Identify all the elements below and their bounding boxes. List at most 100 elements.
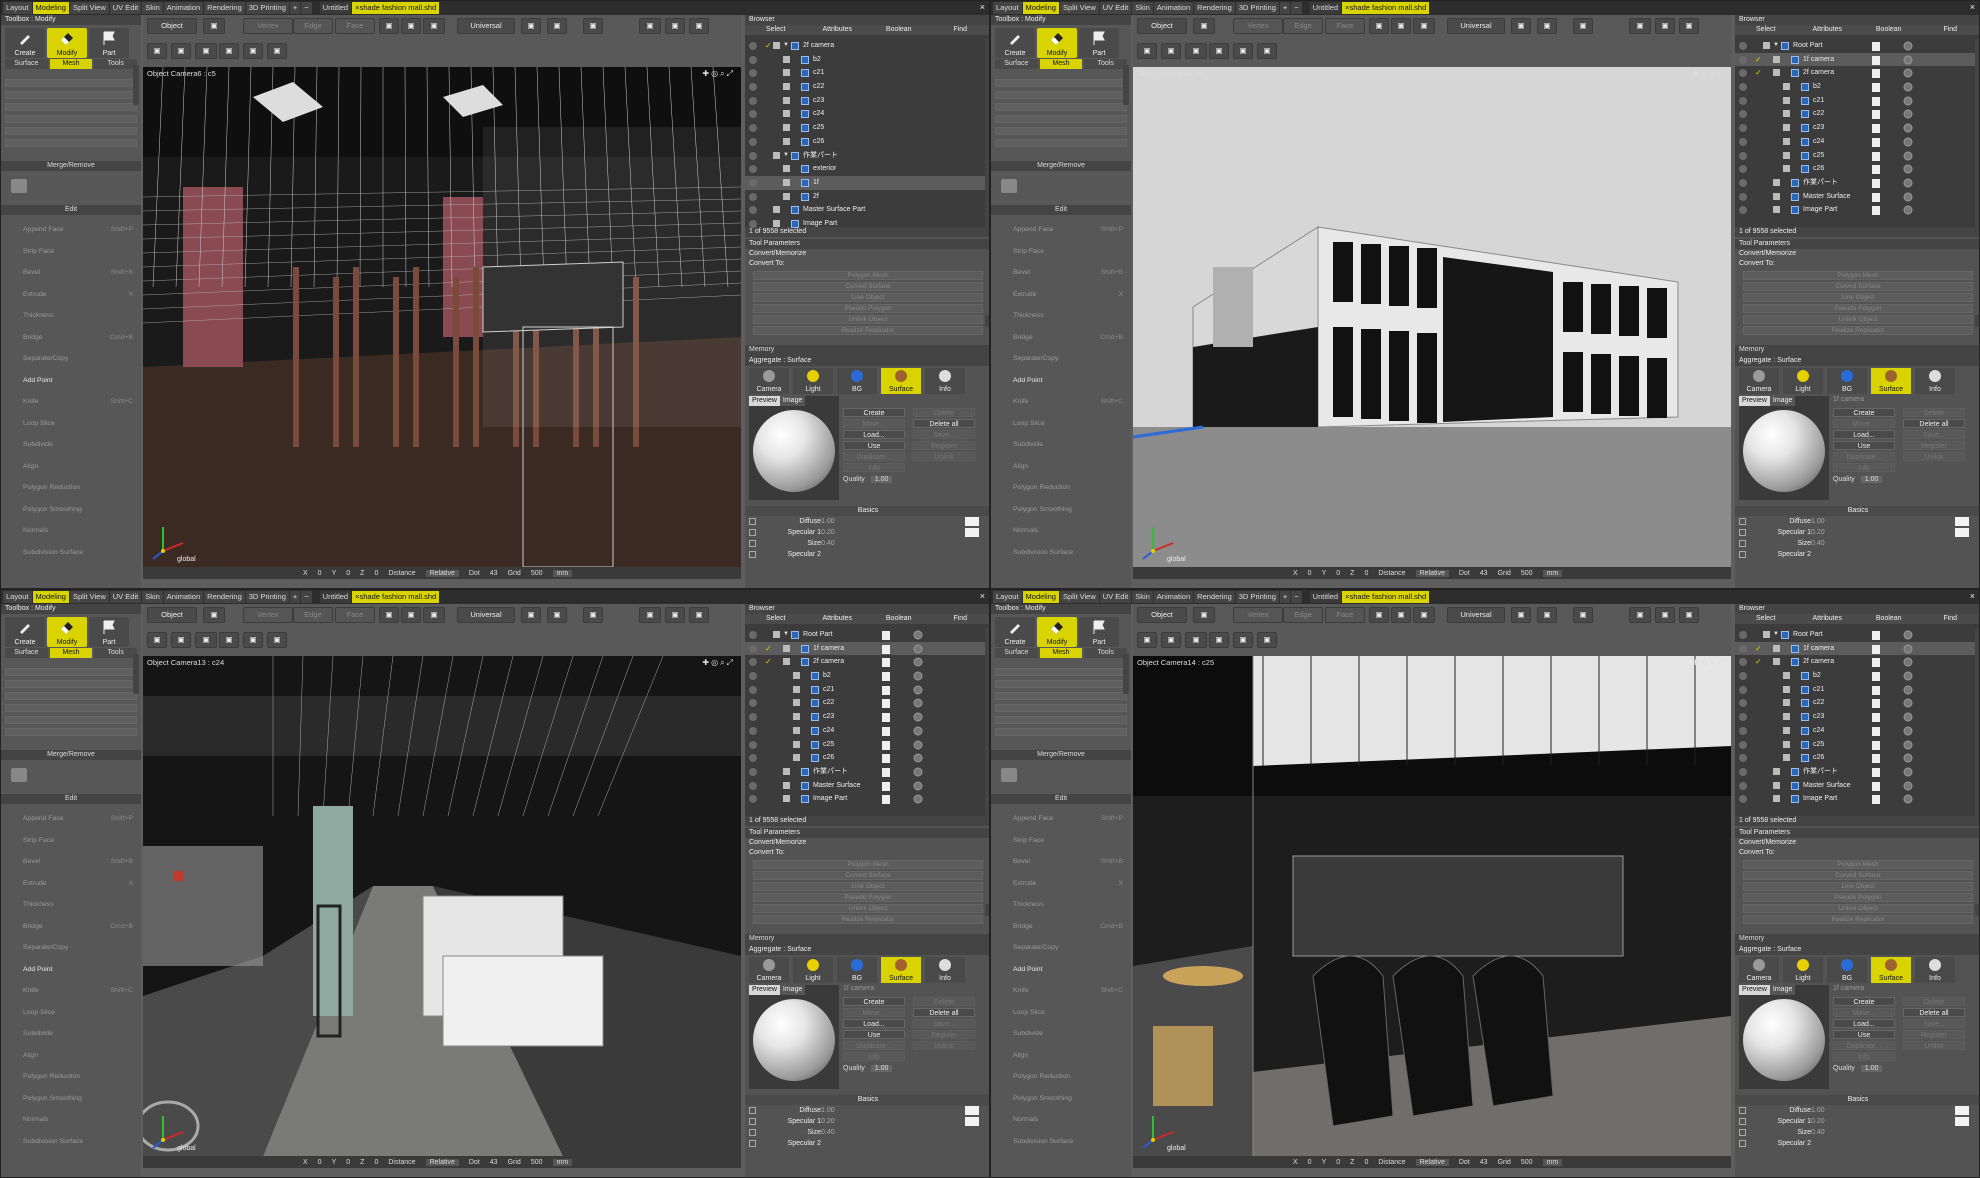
visibility-eye-icon[interactable]	[749, 795, 757, 804]
vertex-button[interactable]: Vertex	[243, 607, 293, 623]
basics-header[interactable]: Basics	[1735, 506, 1979, 516]
tool-polygon-smoothing[interactable]: Polygon Smoothing	[995, 499, 1127, 521]
boolean-swatch[interactable]	[1872, 644, 1880, 654]
workspace-tab-9[interactable]: −	[1291, 591, 1302, 603]
tool-polygon-smoothing[interactable]: Polygon Smoothing	[5, 499, 137, 521]
merge-icon[interactable]	[11, 179, 27, 193]
attr-value[interactable]: 1.00	[1811, 1105, 1825, 1116]
tool-add-point[interactable]: Add Point	[995, 370, 1127, 392]
material-move--button[interactable]: Move...	[1833, 1008, 1895, 1017]
browser-col-attributes[interactable]: Attributes	[1797, 614, 1859, 624]
tree-row[interactable]: c23	[745, 94, 989, 108]
tool-subdivision-surface[interactable]: Subdivision Surface	[995, 1131, 1127, 1153]
tree-row[interactable]: c21	[1735, 683, 1979, 697]
browser-col-find[interactable]: Find	[1920, 25, 1980, 35]
boolean-swatch[interactable]	[1872, 726, 1880, 736]
convert-unlink-object-button[interactable]: Unlink Object	[1743, 904, 1973, 913]
tool-normals[interactable]: Normals	[5, 1109, 137, 1131]
merge-remove-header[interactable]: Merge/Remove	[1, 750, 141, 760]
lock-box[interactable]	[1783, 165, 1790, 173]
lock-box[interactable]	[1783, 685, 1790, 693]
tool-thickness[interactable]: Thickness	[995, 305, 1127, 327]
select-rect-button[interactable]: ▣	[379, 607, 399, 623]
globe-button[interactable]: ▣	[639, 18, 661, 34]
edge-button[interactable]: Edge	[1283, 18, 1323, 34]
color-swatch[interactable]	[965, 517, 979, 526]
target-button[interactable]: ▣	[1537, 607, 1557, 623]
attr-checkbox[interactable]	[1739, 540, 1746, 547]
tool-bridge[interactable]: Bridge Cmd+B	[5, 916, 137, 938]
visibility-eye-icon[interactable]	[749, 165, 757, 174]
tool-knife[interactable]: Knife Shift+C	[995, 391, 1127, 413]
grid-button[interactable]: ▣	[147, 632, 167, 648]
relative-toggle[interactable]: Relative	[1415, 1158, 1449, 1166]
visibility-eye-icon[interactable]	[749, 754, 757, 763]
material-save--button[interactable]: Save...	[1903, 430, 1965, 439]
browser-col-select[interactable]: Select	[1735, 614, 1797, 624]
aggregate-tab-info[interactable]: Info	[1915, 957, 1955, 983]
material-load--button[interactable]: Load...	[843, 430, 905, 439]
attr-checkbox[interactable]	[749, 551, 756, 558]
mode-part-button[interactable]: Part	[1079, 28, 1119, 58]
tree-row[interactable]: c24	[745, 724, 989, 738]
tool-append-face[interactable]: Append Face Shift+P	[995, 219, 1127, 241]
close-icon[interactable]: ×	[980, 591, 985, 601]
lasso-button[interactable]: ▣	[401, 607, 421, 623]
disclosure-triangle-icon[interactable]: ▼	[783, 39, 789, 53]
material-unlink-button[interactable]: Unlink	[913, 452, 975, 461]
viewport-nav-icons[interactable]: ✚◎⌕⤢	[1692, 658, 1725, 668]
visibility-eye-icon[interactable]	[1739, 110, 1747, 119]
boolean-swatch[interactable]	[1872, 699, 1880, 709]
lock-box[interactable]	[793, 685, 800, 693]
shading-button[interactable]: ▣	[1185, 632, 1207, 648]
lock-box[interactable]	[1773, 644, 1780, 652]
toolbox-scrollbar[interactable]	[1123, 654, 1129, 694]
visibility-eye-icon[interactable]	[749, 726, 757, 735]
vertex-button[interactable]: Vertex	[1233, 607, 1283, 623]
workspace-tab-9[interactable]: −	[301, 591, 312, 603]
lock-box[interactable]	[1773, 55, 1780, 63]
memory-header[interactable]: Memory	[1735, 934, 1979, 944]
tool-extrude[interactable]: Extrude X	[995, 873, 1127, 895]
tool-thickness[interactable]: Thickness	[995, 894, 1127, 916]
subtab-mesh[interactable]: Mesh	[49, 59, 93, 69]
unit-select[interactable]: mm	[1542, 569, 1563, 577]
workspace-tab-7[interactable]: 3D Printing	[1235, 591, 1279, 603]
convert-pseudo-polygon-button[interactable]: Pseudo Polygon	[1743, 304, 1973, 313]
rotate-button[interactable]: ▣	[1413, 18, 1435, 34]
numeric-button[interactable]: ▣	[243, 632, 263, 648]
tool-align[interactable]: Align	[5, 1045, 137, 1067]
material-delete-all-button[interactable]: Delete all	[1903, 1008, 1965, 1017]
face-button[interactable]: Face	[1325, 607, 1365, 623]
tool-subdivide[interactable]: Subdivide	[5, 434, 137, 456]
convert-polygon-mesh-button[interactable]: Polygon Mesh	[1743, 271, 1973, 280]
workspace-tab-0[interactable]: Layout	[3, 2, 32, 14]
boolean-swatch[interactable]	[882, 713, 890, 723]
aggregate-tab-surface[interactable]: Surface	[1871, 957, 1911, 983]
target-button[interactable]: ▣	[1537, 18, 1557, 34]
tree-row[interactable]: c22	[1735, 107, 1979, 121]
material-use-button[interactable]: Use	[1833, 441, 1895, 450]
tree-row[interactable]: c22	[1735, 696, 1979, 710]
workspace-tab-2[interactable]: Split View	[1059, 591, 1099, 603]
lock-box[interactable]	[783, 69, 790, 77]
visibility-eye-icon[interactable]	[1739, 754, 1747, 763]
tool-normals[interactable]: Normals	[995, 520, 1127, 542]
workspace-tab-1[interactable]: Modeling	[32, 591, 69, 603]
convert-curved-surface-button[interactable]: Curved Surface	[753, 282, 983, 291]
merge-remove-header[interactable]: Merge/Remove	[991, 750, 1131, 760]
tool-subdivision-surface[interactable]: Subdivision Surface	[995, 542, 1127, 564]
lock-box[interactable]	[1783, 124, 1790, 132]
material-use-button[interactable]: Use	[843, 1030, 905, 1039]
ortho-button[interactable]: ▣	[1655, 18, 1675, 34]
workspace-tab-2[interactable]: Split View	[1059, 2, 1099, 14]
material-unlink-button[interactable]: Unlink	[913, 1041, 975, 1050]
file-tab-1[interactable]: ×shade fashion mall.shd	[352, 2, 440, 14]
tool-thickness[interactable]: Thickness	[5, 305, 137, 327]
tool-separate-copy[interactable]: Separate/Copy	[995, 937, 1127, 959]
tree-row[interactable]: ✓ 1f camera	[1735, 641, 1979, 656]
tool-polygon-smoothing[interactable]: Polygon Smoothing	[5, 1088, 137, 1110]
tree-row[interactable]: Image Part	[1735, 203, 1979, 217]
workspace-tab-3[interactable]: UV Edit	[1099, 2, 1132, 14]
visibility-eye-icon[interactable]	[749, 631, 757, 639]
